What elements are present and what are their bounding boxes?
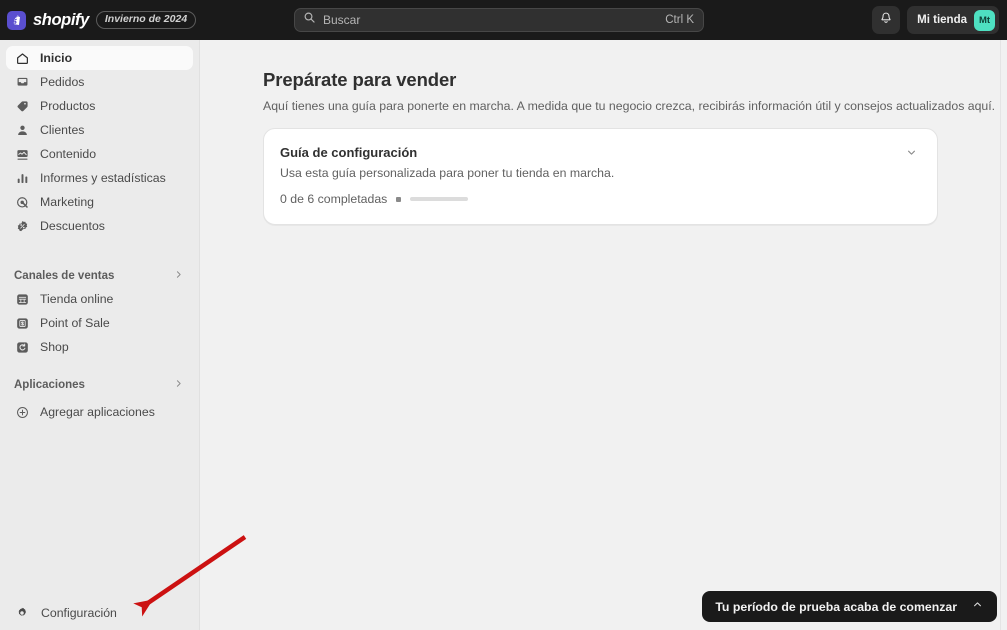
apps-title: Aplicaciones xyxy=(14,379,85,391)
search-icon xyxy=(303,11,316,29)
sidebar-item-pedidos[interactable]: Pedidos xyxy=(6,70,193,94)
page-subtitle: Aquí tienes una guía para ponerte en mar… xyxy=(263,99,996,113)
sidebar-main-nav: Inicio Pedidos Productos Clientes Conten… xyxy=(0,40,199,238)
sidebar-section-sales-channels: Canales de ventas Tienda online Point of… xyxy=(0,265,200,359)
chevron-down-icon xyxy=(905,146,918,164)
setup-guide-collapse-button[interactable] xyxy=(901,145,921,165)
apps-header[interactable]: Aplicaciones xyxy=(6,374,194,396)
bell-icon xyxy=(879,11,893,30)
sidebar-item-productos[interactable]: Productos xyxy=(6,94,193,118)
gear-icon xyxy=(14,605,30,621)
sidebar-item-agregar-aplicaciones[interactable]: Agregar aplicaciones xyxy=(6,400,194,424)
sidebar-item-label: Marketing xyxy=(40,194,94,209)
setup-guide-subtitle: Usa esta guía personalizada para poner t… xyxy=(280,166,615,180)
sidebar-item-label: Agregar aplicaciones xyxy=(40,405,155,419)
sidebar-item-label: Point of Sale xyxy=(40,316,110,330)
home-icon xyxy=(14,50,30,66)
chevron-right-icon[interactable] xyxy=(173,378,184,392)
sidebar-item-inicio[interactable]: Inicio xyxy=(6,46,193,70)
sidebar-item-label: Descuentos xyxy=(40,218,105,233)
chevron-right-icon[interactable] xyxy=(173,269,184,283)
progress-marker-dot xyxy=(396,196,402,202)
notifications-button[interactable] xyxy=(872,6,901,34)
online-store-icon xyxy=(14,291,30,307)
point-of-sale-icon xyxy=(14,315,30,331)
top-bar: shopify Invierno de 2024 Buscar Ctrl K M… xyxy=(0,0,1007,40)
plus-circle-icon xyxy=(14,404,30,420)
setup-guide-title: Guía de configuración xyxy=(280,145,418,160)
shopify-brand[interactable]: shopify Invierno de 2024 xyxy=(0,10,197,30)
season-badge: Invierno de 2024 xyxy=(95,10,197,30)
page-title: Prepárate para vender xyxy=(263,69,457,90)
sidebar-item-descuentos[interactable]: Descuentos xyxy=(6,214,193,238)
progress-bar-track xyxy=(410,197,469,201)
sidebar-item-tienda-online[interactable]: Tienda online xyxy=(6,287,194,311)
shopify-bag-icon xyxy=(7,10,26,30)
setup-guide-card: Guía de configuración Usa esta guía pers… xyxy=(263,128,938,225)
trial-status-toast[interactable]: Tu período de prueba acaba de comenzar xyxy=(702,591,997,622)
main-scrollbar[interactable] xyxy=(1000,40,1007,630)
sidebar-item-configuracion[interactable]: Configuración xyxy=(0,596,200,630)
search-shortcut: Ctrl K xyxy=(665,14,694,26)
content-image-icon xyxy=(14,146,30,162)
chevron-up-icon[interactable] xyxy=(971,598,984,616)
sales-channels-header[interactable]: Canales de ventas xyxy=(6,265,194,287)
sidebar-item-label: Inicio xyxy=(40,50,73,65)
sales-channels-title: Canales de ventas xyxy=(14,270,115,282)
store-menu-button[interactable]: Mi tienda Mt xyxy=(907,6,999,34)
trial-status-text: Tu período de prueba acaba de comenzar xyxy=(715,599,957,614)
sidebar-item-marketing[interactable]: Marketing xyxy=(6,190,193,214)
page-header: Prepárate para vender Aquí tienes una gu… xyxy=(200,40,1007,113)
sidebar: Inicio Pedidos Productos Clientes Conten… xyxy=(0,40,200,630)
sidebar-item-label: Tienda online xyxy=(40,292,114,306)
setup-guide-progress: 0 de 6 completadas xyxy=(280,192,921,206)
store-name: Mi tienda xyxy=(917,14,967,26)
shopify-admin-window: shopify Invierno de 2024 Buscar Ctrl K M… xyxy=(0,0,1007,630)
sidebar-item-informes-y-estadisticas[interactable]: Informes y estadísticas xyxy=(6,166,193,190)
sidebar-item-shop[interactable]: Shop xyxy=(6,335,194,359)
setup-guide-progress-label: 0 de 6 completadas xyxy=(280,192,388,206)
sidebar-item-label: Shop xyxy=(40,340,69,354)
shopify-wordmark: shopify xyxy=(33,10,89,29)
sidebar-item-label: Informes y estadísticas xyxy=(40,170,166,185)
sidebar-item-contenido[interactable]: Contenido xyxy=(6,142,193,166)
search-input[interactable]: Buscar Ctrl K xyxy=(294,8,704,32)
search-bar-wrapper[interactable]: Buscar Ctrl K xyxy=(294,8,704,32)
sidebar-item-label: Productos xyxy=(40,98,96,113)
top-bar-right: Mi tienda Mt xyxy=(872,6,999,34)
sidebar-item-label: Pedidos xyxy=(40,74,85,89)
analytics-bar-chart-icon xyxy=(14,170,30,186)
search-placeholder: Buscar xyxy=(323,13,361,27)
orders-inbox-icon xyxy=(14,74,30,90)
sidebar-item-clientes[interactable]: Clientes xyxy=(6,118,193,142)
marketing-target-icon xyxy=(14,194,30,210)
sidebar-item-point-of-sale[interactable]: Point of Sale xyxy=(6,311,194,335)
shop-icon xyxy=(14,339,30,355)
sidebar-item-label: Clientes xyxy=(40,122,85,137)
customer-person-icon xyxy=(14,122,30,138)
settings-label: Configuración xyxy=(41,606,117,620)
setup-guide-card-header: Guía de configuración Usa esta guía pers… xyxy=(280,145,921,180)
main-content: Prepárate para vender Aquí tienes una gu… xyxy=(200,40,1007,630)
product-tag-icon xyxy=(14,98,30,114)
sidebar-item-label: Contenido xyxy=(40,146,97,161)
discount-badge-icon xyxy=(14,218,30,234)
sidebar-section-apps: Aplicaciones Agregar aplicaciones xyxy=(0,374,200,424)
avatar: Mt xyxy=(974,9,995,31)
